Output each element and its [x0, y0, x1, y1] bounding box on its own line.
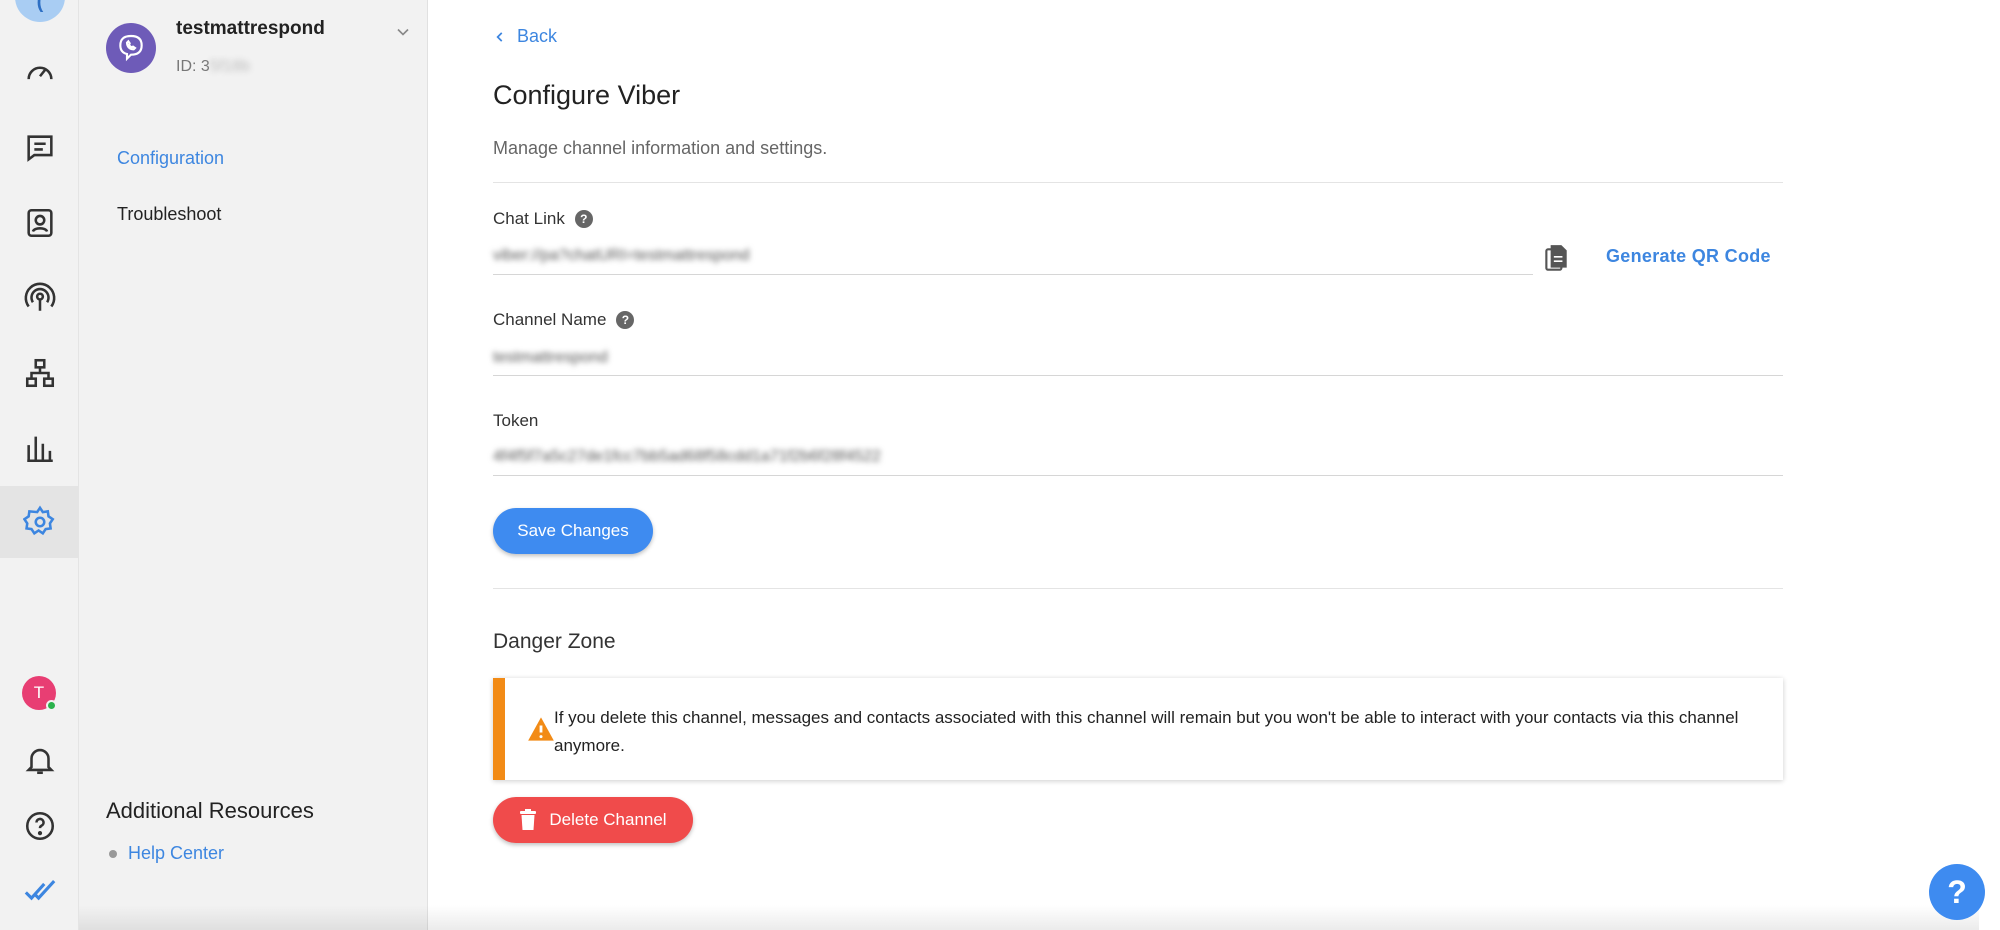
save-changes-button[interactable]: Save Changes: [493, 508, 653, 554]
additional-resources-title: Additional Resources: [106, 798, 314, 823]
back-label: Back: [517, 26, 558, 46]
back-link[interactable]: Back: [493, 26, 557, 47]
help-chat-button[interactable]: ?: [1929, 864, 1985, 920]
chat-link-underline: [493, 274, 1533, 275]
channel-id: ID: 35f18b: [176, 58, 250, 76]
channel-sidebar: testmattrespond ID: 35f18b Configuration…: [79, 0, 428, 930]
token-label: Token: [493, 411, 538, 431]
chat-link-field[interactable]: viber://pa?chatURI=testmattrespond: [493, 247, 750, 265]
channel-id-label: ID:: [176, 58, 201, 75]
copy-icon[interactable]: [1543, 244, 1569, 274]
divider: [493, 182, 1783, 183]
danger-zone-title: Danger Zone: [493, 630, 616, 653]
nav-item-configuration[interactable]: Configuration: [117, 148, 224, 169]
chat-link-label: Chat Link ?: [493, 209, 593, 229]
danger-warning-text: If you delete this channel, messages and…: [554, 708, 1739, 755]
trash-icon: [520, 809, 537, 830]
page-subtitle: Manage channel information and settings.: [493, 138, 828, 158]
token-label-text: Token: [493, 411, 539, 430]
help-circle-icon[interactable]: [0, 790, 79, 862]
token-underline: [493, 475, 1783, 476]
dashboard-gauge-icon[interactable]: [0, 36, 79, 108]
viber-logo-icon: [106, 23, 156, 73]
workspace-badge[interactable]: (: [15, 0, 65, 22]
channel-name: testmattrespond: [176, 18, 325, 39]
help-center-link[interactable]: Help Center: [128, 843, 224, 864]
token-field[interactable]: 4f4f5f7a5c27de1fcc7bb5ad68f58cdd1a71f2b6…: [493, 448, 881, 466]
online-status-dot: [46, 700, 57, 711]
reports-icon[interactable]: [0, 412, 79, 484]
generate-qr-code-button[interactable]: Generate QR Code: [1606, 246, 1771, 267]
divider: [493, 588, 1783, 589]
bullet-icon: [109, 850, 117, 858]
warning-triangle-icon: [528, 717, 554, 741]
delete-channel-label: Delete Channel: [549, 810, 667, 829]
channel-name-field[interactable]: testmattrespond: [493, 349, 608, 367]
icon-rail: ( T: [0, 0, 79, 930]
workflows-icon[interactable]: [0, 337, 79, 409]
delete-channel-button[interactable]: Delete Channel: [493, 797, 693, 843]
broadcast-icon[interactable]: [0, 262, 79, 334]
nav-item-troubleshoot[interactable]: Troubleshoot: [117, 204, 221, 225]
page-title: Configure Viber: [493, 80, 681, 110]
channel-name-label: Channel Name ?: [493, 310, 635, 330]
danger-warning-alert: If you delete this channel, messages and…: [493, 678, 1783, 780]
bottom-shadow: [79, 905, 1979, 930]
contacts-icon[interactable]: [0, 187, 79, 259]
channel-id-redacted: 5f18b: [209, 58, 250, 75]
chevron-down-icon[interactable]: [393, 22, 413, 42]
double-check-logo-icon[interactable]: [0, 855, 79, 927]
channel-id-value: 3: [200, 58, 210, 75]
workspace-badge-glyph: (: [36, 0, 44, 13]
user-avatar-initial: T: [33, 683, 45, 702]
settings-gear-icon[interactable]: [0, 486, 79, 558]
messages-icon[interactable]: [0, 112, 79, 184]
channel-name-underline: [493, 375, 1783, 376]
notifications-bell-icon[interactable]: [0, 724, 79, 796]
question-tooltip-icon[interactable]: ?: [574, 210, 593, 228]
channel-name-label-text: Channel Name: [493, 310, 607, 329]
question-tooltip-icon[interactable]: ?: [616, 311, 635, 329]
chat-link-label-text: Chat Link: [493, 209, 565, 228]
chevron-left-icon: [496, 31, 503, 42]
